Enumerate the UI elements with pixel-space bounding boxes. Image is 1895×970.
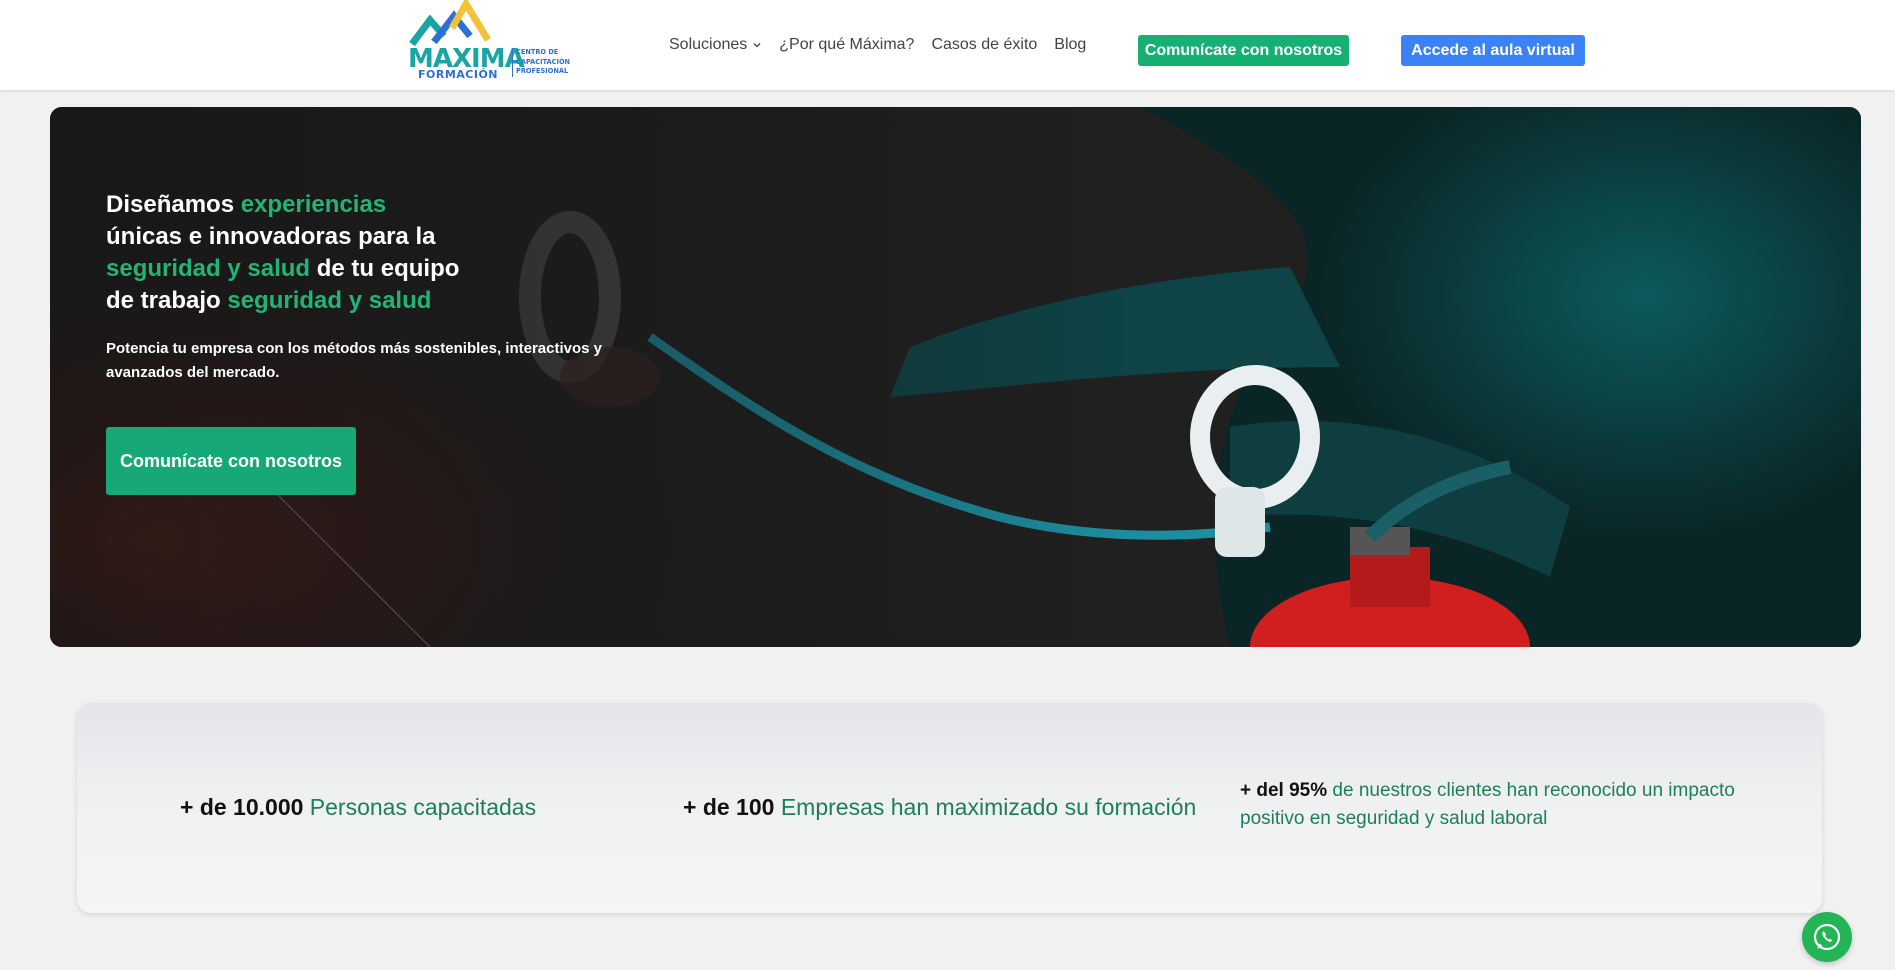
nav-item-label: Casos de éxito [931, 36, 1038, 53]
logo-tagline-line: CENTRO DE [516, 48, 559, 56]
chevron-down-icon [753, 43, 761, 48]
stats-panel: + de 10.000 Personas capacitadas + de 10… [77, 703, 1822, 913]
hero-title-part: de tu equipo [310, 255, 460, 282]
nav-item-por-que-maxima[interactable]: ¿Por qué Máxima? [779, 36, 914, 54]
hero-banner: Diseñamos experiencias únicas e innovador… [50, 107, 1861, 647]
header-contact-button[interactable]: Comunícate con nosotros [1138, 35, 1349, 66]
logo-tagline: CENTRO DE CAPACITACIÓN PROFESIONAL [512, 48, 582, 77]
logo-mountains-icon [409, 0, 491, 47]
whatsapp-button[interactable] [1802, 912, 1852, 962]
stat-item: + del 95% de nuestros clientes han recon… [1240, 777, 1800, 833]
stat-item: + de 10.000 Personas capacitadas [180, 793, 536, 821]
hero-title-part: de trabajo [106, 287, 228, 314]
nav-item-label: ¿Por qué Máxima? [779, 36, 915, 53]
hero-title: Diseñamos experiencias únicas e innovador… [106, 189, 506, 317]
hero-title-highlight: seguridad y salud [106, 255, 311, 282]
logo-tagline-line: CAPACITACIÓN [516, 57, 571, 66]
aula-virtual-button[interactable]: Accede al aula virtual [1401, 35, 1585, 66]
nav-item-blog[interactable]: Blog [1054, 36, 1086, 54]
stat-value: + de 100 [683, 794, 775, 820]
hero-title-highlight: experiencias [240, 191, 387, 218]
logo-tagline-line: PROFESIONAL [516, 67, 569, 75]
hero-title-part: únicas e innovadoras para la [106, 223, 436, 250]
maxima-logo[interactable]: MAXIMA FORMACIÓN CENTRO DE CAPACITACIÓN … [408, 0, 578, 84]
stat-value: + de 10.000 [180, 794, 304, 820]
site-header: MAXIMA FORMACIÓN CENTRO DE CAPACITACIÓN … [0, 0, 1895, 90]
stat-label: Empresas han maximizado su formación [774, 794, 1197, 820]
hero-title-highlight: seguridad y salud [227, 287, 432, 314]
logo-subword: FORMACIÓN [418, 68, 499, 81]
stat-label: Personas capacitadas [303, 794, 537, 820]
nav-item-label: Soluciones [669, 36, 748, 53]
nav-item-casos-de-exito[interactable]: Casos de éxito [931, 36, 1037, 54]
nav-item-soluciones[interactable]: Soluciones [669, 36, 762, 54]
main-nav: Soluciones ¿Por qué Máxima? Casos de éxi… [669, 36, 1103, 54]
hero-subtitle: Potencia tu empresa con los métodos más … [106, 340, 602, 381]
whatsapp-icon [1813, 923, 1841, 951]
stat-item: + de 100 Empresas han maximizado su form… [683, 793, 1196, 821]
stat-value: + del 95% [1240, 780, 1328, 801]
hero-contact-button[interactable]: Comunícate con nosotros [106, 427, 356, 495]
nav-item-label: Blog [1054, 36, 1087, 53]
hero-title-part: Diseñamos [106, 191, 241, 218]
